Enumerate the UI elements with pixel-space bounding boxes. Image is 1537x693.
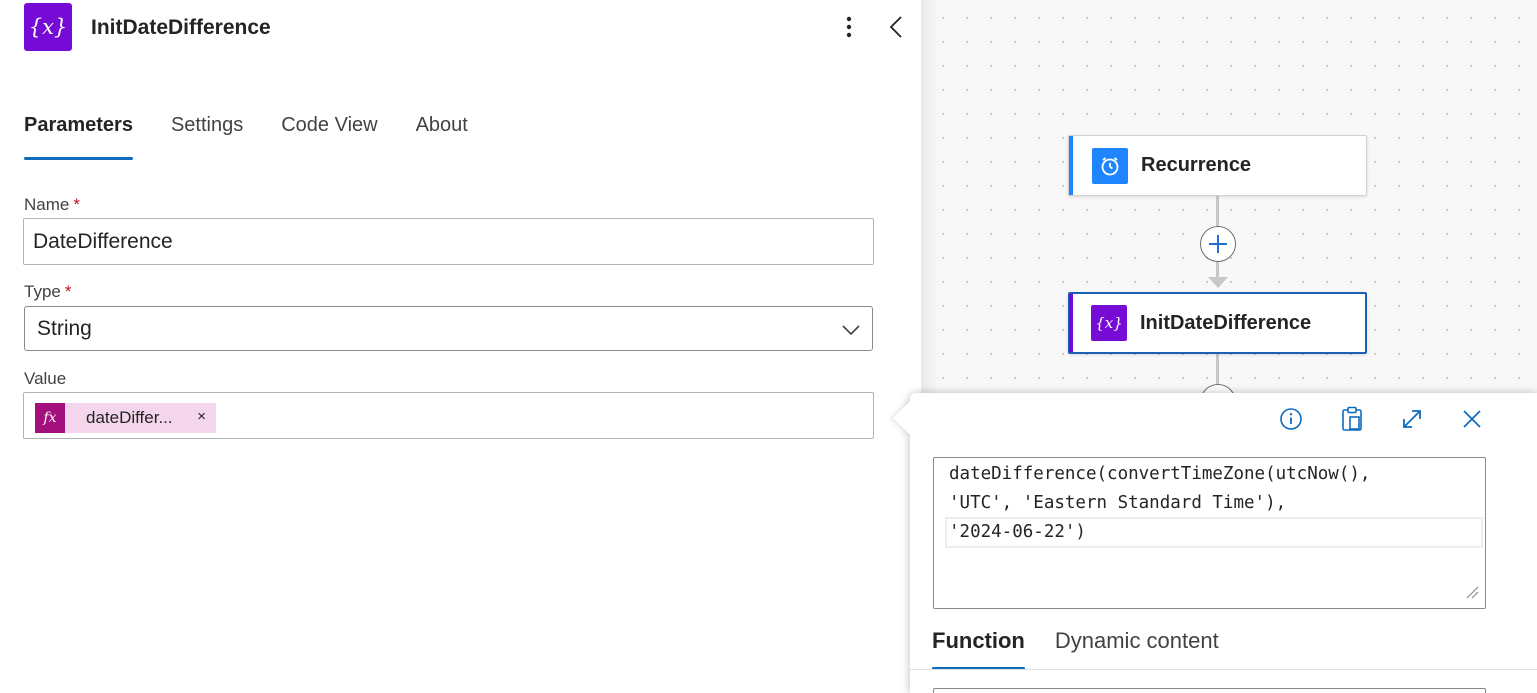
required-marker: * [64, 282, 72, 301]
close-button[interactable] [1457, 404, 1487, 434]
connector-arrow [1208, 277, 1228, 288]
type-label-text: Type [24, 282, 61, 301]
tab-about[interactable]: About [416, 114, 468, 160]
connector-line [1216, 196, 1219, 228]
remove-token-button[interactable]: × [197, 408, 206, 425]
recurrence-node[interactable]: Recurrence [1068, 135, 1367, 196]
node-accent [1069, 294, 1073, 352]
panel-title[interactable]: InitDateDifference [91, 16, 271, 40]
info-button[interactable] [1276, 404, 1306, 434]
variable-icon: {x} [24, 3, 72, 51]
token-label: dateDiffer... [86, 408, 173, 427]
value-field-label: Value [24, 369, 67, 388]
expression-line: 'UTC', 'Eastern Standard Time'), [949, 493, 1287, 513]
node-label: InitDateDifference [1140, 311, 1312, 334]
expand-icon [1403, 410, 1421, 428]
node-accent [1069, 136, 1073, 195]
tab-dynamic-content[interactable]: Dynamic content [1055, 628, 1219, 670]
action-details-panel: {x} InitDateDifference Parameters Settin… [0, 0, 921, 693]
name-label-text: Name [24, 195, 70, 214]
resize-handle-icon[interactable] [1464, 584, 1480, 600]
clipboard-icon [1342, 406, 1362, 431]
function-icon: fx [35, 403, 65, 433]
popup-beak-cover [910, 398, 932, 438]
close-icon [1463, 410, 1481, 428]
more-vertical-icon [846, 16, 852, 38]
tab-parameters[interactable]: Parameters [24, 114, 133, 160]
insert-step-button[interactable] [1200, 226, 1236, 262]
paste-button[interactable] [1337, 404, 1367, 434]
svg-text:{x}: {x} [1095, 314, 1123, 332]
expression-token[interactable]: fx dateDiffer... × [35, 403, 216, 433]
expand-button[interactable] [1397, 404, 1427, 434]
expression-line-current: '2024-06-22') [945, 517, 1483, 548]
name-input[interactable]: DateDifference [23, 218, 874, 265]
expression-tabs: Function Dynamic content [932, 628, 1249, 670]
value-input[interactable]: fx dateDiffer... × [23, 392, 874, 439]
chevron-down-icon [842, 325, 860, 336]
expression-input[interactable]: dateDifference(convertTimeZone(utcNow(),… [933, 457, 1486, 609]
panel-tabs: Parameters Settings Code View About [24, 114, 506, 160]
variable-icon: {x} [1091, 305, 1127, 341]
chevron-left-icon [889, 16, 902, 38]
name-field-label: Name * [24, 195, 80, 215]
type-field-label: Type * [24, 282, 71, 302]
clock-icon [1092, 147, 1128, 184]
type-select[interactable]: String [24, 306, 873, 351]
divider [910, 669, 1537, 670]
info-icon [1280, 408, 1302, 430]
tab-code-view[interactable]: Code View [281, 114, 377, 160]
tab-settings[interactable]: Settings [171, 114, 243, 160]
more-options-button[interactable] [836, 10, 862, 44]
svg-text:{x}: {x} [29, 15, 68, 39]
collapse-panel-button[interactable] [882, 10, 910, 44]
plus-icon [1209, 235, 1227, 253]
type-selected-value: String [37, 316, 92, 340]
search-input[interactable] [933, 688, 1486, 693]
expression-line: dateDifference(convertTimeZone(utcNow(), [949, 464, 1371, 484]
required-marker: * [73, 195, 80, 214]
node-label: Recurrence [1141, 154, 1252, 176]
init-variable-node[interactable]: {x} InitDateDifference [1068, 292, 1367, 354]
tab-function[interactable]: Function [932, 628, 1025, 670]
connector-line [1216, 354, 1219, 386]
